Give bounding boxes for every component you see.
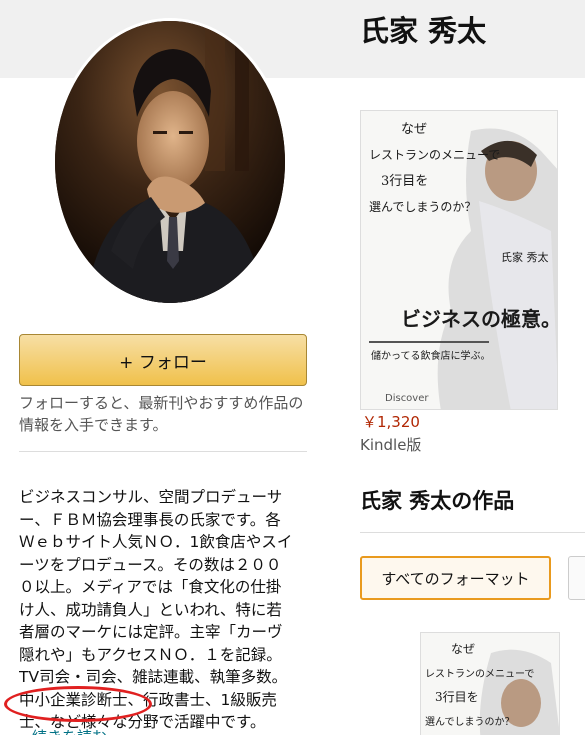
cover-title-line: 3行目を bbox=[381, 174, 428, 189]
follow-button[interactable]: + フォロー bbox=[19, 334, 307, 386]
cover-main-title: ビジネスの極意。 bbox=[401, 307, 558, 331]
bio-line: ー、ＦＢＭ協会理事長の氏家です。各 bbox=[19, 510, 281, 529]
cover-title-line: 3行目を bbox=[435, 690, 479, 704]
next-format-button[interactable] bbox=[568, 556, 585, 600]
works-divider bbox=[360, 532, 585, 533]
cover-title-line: 選んでしまうのか？ bbox=[369, 200, 476, 214]
cover-title-line: 選んでしまうのか？ bbox=[425, 715, 515, 728]
author-photo bbox=[52, 18, 288, 306]
bio-line: ビジネスコンサル、空間プロデューサ bbox=[19, 488, 283, 506]
author-biography: ビジネスコンサル、空間プロデューサ ー、ＦＢＭ協会理事長の氏家です。各 Ｗｅｂサ… bbox=[19, 486, 315, 735]
read-more-link[interactable]: 続きを読む bbox=[32, 726, 107, 735]
book-format[interactable]: Kindle版 bbox=[360, 434, 421, 455]
work-book-cover[interactable]: なぜ レストランのメニューで 3行目を 選んでしまうのか？ bbox=[420, 632, 560, 735]
works-heading: 氏家 秀太の作品 bbox=[360, 489, 515, 513]
cover-subtitle: 儲かってる飲食店に学ぶ。 bbox=[371, 349, 491, 362]
cover-title-line: なぜ bbox=[451, 642, 475, 656]
bio-line: ０以上。メディアでは「食文化の仕掛 bbox=[19, 578, 282, 596]
bio-line: Ｗｅｂサイト人気ＮＯ．1飲食店やスイ bbox=[19, 533, 293, 551]
cover-title-line: レストランのメニューで bbox=[425, 668, 534, 680]
follow-description: フォローすると、最新刊やおすすめ作品の情報を入手できます。 bbox=[19, 394, 304, 434]
cover-title-line: レストランのメニューで bbox=[369, 148, 500, 162]
bio-line: 者層のマーケには定評。主宰「カーヴ bbox=[19, 623, 283, 641]
cover-title-line: なぜ bbox=[401, 122, 427, 137]
all-formats-button[interactable]: すべてのフォーマット bbox=[360, 556, 551, 600]
bio-line: ーツをプロデュース。その数は２００ bbox=[19, 555, 282, 574]
book-price: ￥1,320 bbox=[362, 413, 420, 431]
section-divider bbox=[19, 451, 307, 452]
bio-line: 隠れや」もアクセスＮＯ．１を記録。 bbox=[19, 645, 282, 664]
bio-line: 中小企業診断士、行政書士、1級販売 bbox=[19, 690, 277, 709]
author-name: 氏家 秀太 bbox=[360, 14, 487, 48]
bio-line: TV司会・司会、雑誌連載、執筆多数。 bbox=[19, 668, 288, 686]
bio-line: け人、成功請負人」といわれ、特に若 bbox=[19, 600, 282, 619]
cover-author: 氏家 秀太 bbox=[501, 250, 549, 264]
featured-book-cover[interactable]: Discover なぜ レストランのメニューで 3行目を 選んでしまうのか？ 氏… bbox=[360, 110, 558, 410]
cover-publisher: Discover bbox=[385, 393, 429, 404]
